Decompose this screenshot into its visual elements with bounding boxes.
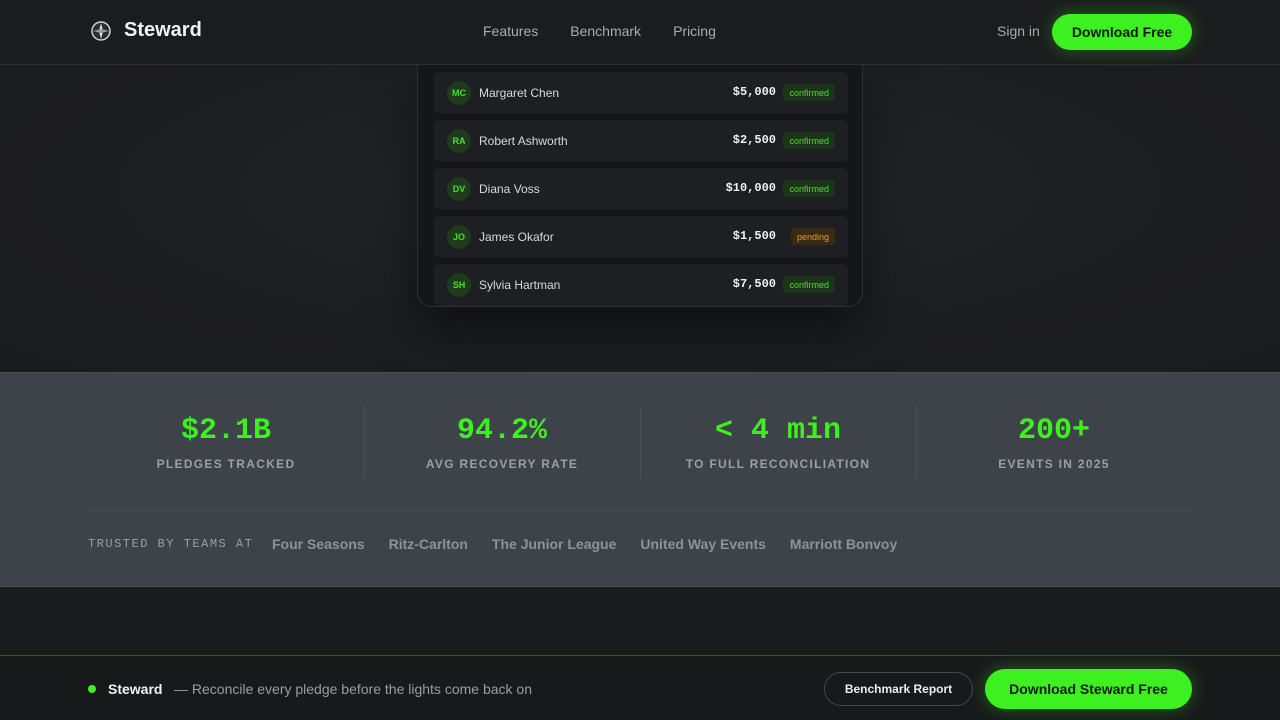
nav-features[interactable]: Features — [483, 23, 538, 39]
brand-logo[interactable]: Steward — [90, 19, 202, 42]
stats-section: $2.1B PLEDGES TRACKED 94.2% AVG RECOVERY… — [0, 372, 1280, 587]
status-badge: pending — [790, 228, 835, 245]
stat-label: AVG RECOVERY RATE — [425, 457, 579, 471]
stat-reconciliation-time: < 4 min TO FULL RECONCILIATION — [640, 413, 916, 471]
download-free-button[interactable]: Download Free — [1052, 14, 1192, 50]
stat-label: TO FULL RECONCILIATION — [685, 457, 871, 471]
pledge-amount: $5,000 — [732, 85, 776, 99]
stat-label: PLEDGES TRACKED — [156, 457, 296, 471]
donor-name: Robert Ashworth — [479, 134, 568, 148]
pledge-amount: $7,500 — [732, 277, 776, 291]
pledge-amount: $10,000 — [725, 181, 776, 195]
hero-section: MC Margaret Chen $5,000 confirmed RA Rob… — [0, 63, 1280, 372]
compass-icon — [91, 20, 111, 41]
stat-pledges-tracked: $2.1B PLEDGES TRACKED — [88, 413, 364, 471]
avatar: SH — [447, 273, 471, 297]
stat-value: < 4 min — [714, 414, 842, 448]
stat-recovery-rate: 94.2% AVG RECOVERY RATE — [364, 413, 640, 471]
donor-name: James Okafor — [479, 230, 554, 244]
stat-label: EVENTS IN 2025 — [998, 457, 1110, 471]
donor-name: Sylvia Hartman — [479, 278, 561, 292]
brand-name: Steward — [124, 19, 202, 41]
trusted-label: TRUSTED BY TEAMS AT — [88, 537, 254, 551]
status-badge: confirmed — [783, 276, 835, 293]
status-badge: confirmed — [783, 180, 835, 197]
section-divider — [88, 510, 1192, 511]
download-steward-free-button[interactable]: Download Steward Free — [985, 669, 1192, 709]
logo-junior-league: The Junior League — [491, 536, 617, 552]
status-badge: confirmed — [783, 84, 835, 101]
stat-value: 94.2% — [456, 414, 547, 448]
customer-logos: Four Seasons Ritz-Carlton The Junior Lea… — [272, 536, 897, 552]
donor-name: Diana Voss — [479, 182, 540, 196]
bar-tagline: — Reconcile every pledge before the ligh… — [174, 681, 532, 697]
logo-ritz-carlton: Ritz-Carlton — [388, 536, 468, 552]
pledge-row[interactable]: DV Diana Voss $10,000 confirmed — [434, 168, 848, 210]
status-dot-icon — [88, 685, 96, 693]
avatar: JO — [447, 225, 471, 249]
pledge-row[interactable]: SH Sylvia Hartman $7,500 confirmed — [434, 264, 848, 306]
pledge-list-card: MC Margaret Chen $5,000 confirmed RA Rob… — [417, 63, 863, 307]
nav-benchmark[interactable]: Benchmark — [570, 23, 641, 39]
status-badge: confirmed — [783, 132, 835, 149]
avatar: MC — [447, 81, 471, 105]
logo-four-seasons: Four Seasons — [272, 536, 365, 552]
logo-marriott-bonvoy: Marriott Bonvoy — [789, 536, 898, 552]
pledge-amount: $2,500 — [732, 133, 776, 147]
main-nav: Features Benchmark Pricing — [483, 23, 716, 39]
stat-events: 200+ EVENTS IN 2025 — [916, 413, 1192, 471]
nav-pricing[interactable]: Pricing — [673, 23, 716, 39]
pledge-amount: $1,500 — [732, 229, 776, 243]
logo-united-way: United Way Events — [640, 536, 766, 552]
donor-name: Margaret Chen — [479, 86, 560, 100]
benchmark-report-button[interactable]: Benchmark Report — [824, 672, 973, 706]
sticky-cta-bar: Steward — Reconcile every pledge before … — [0, 655, 1280, 720]
bar-brand: Steward — [108, 681, 163, 697]
top-navbar: Steward Features Benchmark Pricing Sign … — [0, 0, 1280, 65]
avatar: DV — [447, 177, 471, 201]
pledge-row[interactable]: RA Robert Ashworth $2,500 confirmed — [434, 120, 848, 162]
sign-in-link[interactable]: Sign in — [997, 23, 1040, 39]
pledge-row[interactable]: JO James Okafor $1,500 pending — [434, 216, 848, 258]
stat-value: $2.1B — [180, 414, 271, 448]
stat-value: 200+ — [1017, 414, 1090, 448]
avatar: RA — [447, 129, 471, 153]
pledge-row[interactable]: MC Margaret Chen $5,000 confirmed — [434, 72, 848, 114]
